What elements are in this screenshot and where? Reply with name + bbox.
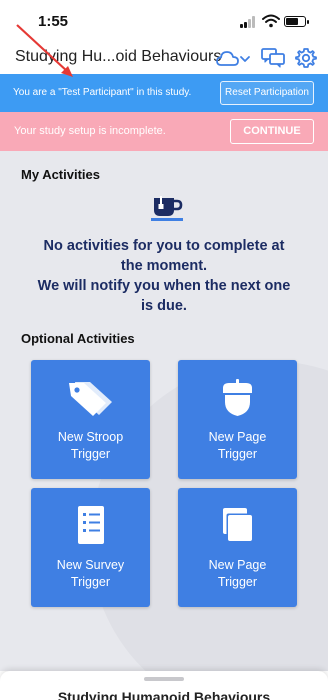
card-label: New Page Trigger	[184, 557, 291, 591]
card-label: New Page Trigger	[184, 429, 291, 463]
empty-message-line: is due.	[141, 298, 187, 314]
main-content[interactable]: My Activities No activities for you to c…	[0, 151, 328, 671]
wifi-icon	[262, 14, 280, 28]
empty-activities-message: No activities for you to complete at the…	[20, 236, 308, 316]
bottom-sheet[interactable]: Studying Humanoid Behaviours	[0, 671, 328, 700]
tags-icon	[69, 382, 112, 416]
card-label: New Stroop Trigger	[37, 429, 144, 463]
card-label-line: Trigger	[217, 575, 258, 589]
reset-participation-button[interactable]: Reset Participation	[220, 81, 314, 105]
card-label-line: New Page	[208, 558, 267, 572]
survey-icon	[78, 506, 104, 544]
new-page-trigger-card[interactable]: New Page Trigger	[178, 488, 297, 607]
chat-icon[interactable]	[261, 47, 285, 69]
card-label-line: Trigger	[217, 447, 258, 461]
sync-button[interactable]	[216, 48, 252, 70]
sheet-drag-handle[interactable]	[144, 677, 184, 681]
cloud-icon	[216, 51, 239, 66]
card-label-line: Trigger	[70, 447, 111, 461]
optional-activities-heading: Optional Activities	[21, 331, 135, 346]
new-survey-trigger-card[interactable]: New Survey Trigger	[31, 488, 150, 607]
signal-icon	[240, 16, 258, 28]
empty-message-line: We will notify you when the next one	[37, 278, 291, 294]
coffee-cup-icon	[151, 196, 183, 221]
card-label-line: New Stroop	[57, 430, 124, 444]
gear-icon[interactable]	[295, 47, 317, 69]
chevron-down-icon	[240, 56, 250, 62]
empty-message-line: the moment.	[120, 258, 208, 274]
acorn-icon	[223, 379, 252, 416]
card-label-line: New Page	[208, 430, 267, 444]
my-activities-heading: My Activities	[21, 167, 100, 182]
battery-level	[286, 18, 298, 25]
empty-message-line: No activities for you to complete at	[43, 238, 285, 254]
setup-incomplete-text: Your study setup is incomplete.	[14, 125, 166, 137]
battery-icon	[284, 16, 309, 27]
continue-button[interactable]: CONTINUE	[230, 119, 314, 144]
test-participant-text: You are a "Test Participant" in this stu…	[13, 87, 192, 98]
card-label: New Survey Trigger	[37, 557, 144, 591]
new-stroop-trigger-card[interactable]: New Stroop Trigger	[31, 360, 150, 479]
card-label-line: Trigger	[70, 575, 111, 589]
card-label-line: New Survey	[56, 558, 125, 572]
annotation-arrow-icon	[16, 24, 73, 77]
new-page-trigger-card[interactable]: New Page Trigger	[178, 360, 297, 479]
pages-icon	[223, 508, 252, 541]
bottom-sheet-title: Studying Humanoid Behaviours	[57, 689, 271, 700]
setup-incomplete-banner: Your study setup is incomplete. CONTINUE	[0, 112, 328, 151]
